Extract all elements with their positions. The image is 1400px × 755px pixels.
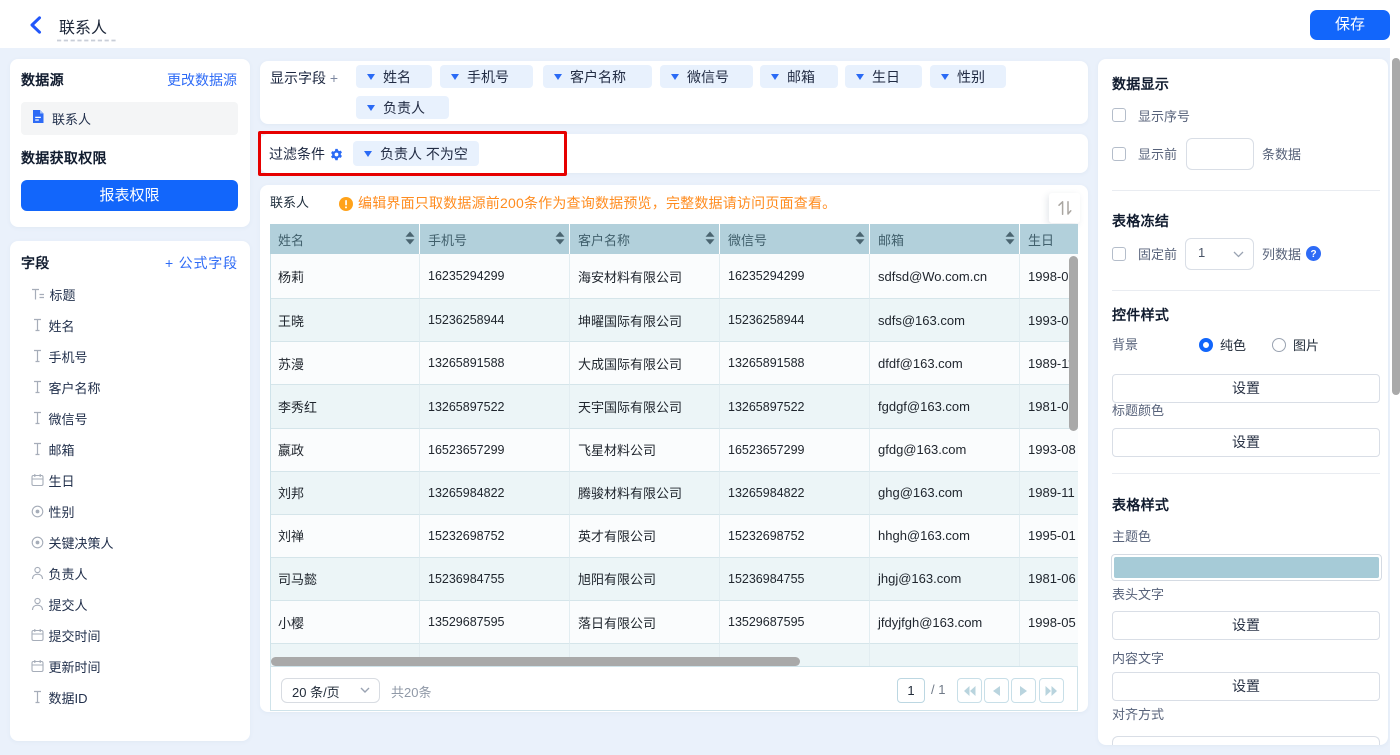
svg-text:?: ? [1310,249,1316,260]
